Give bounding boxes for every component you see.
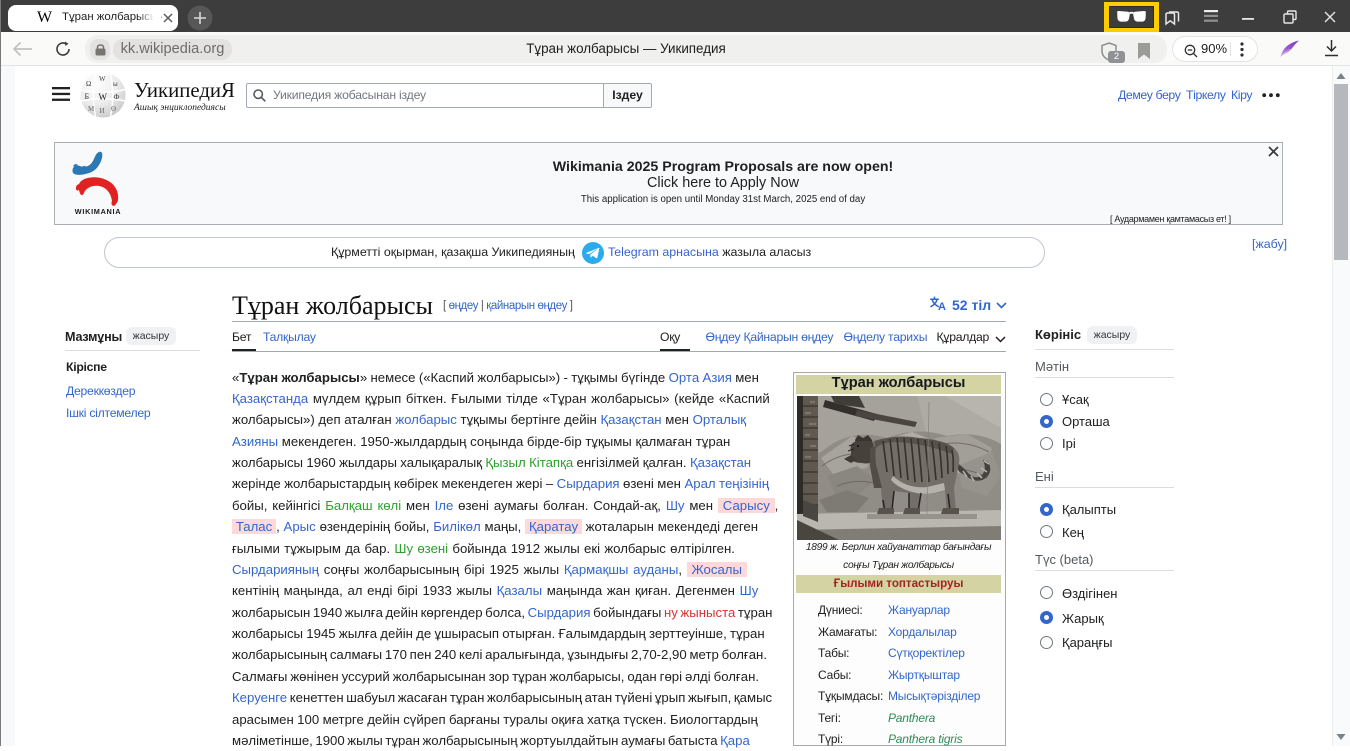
svg-text:A: A xyxy=(938,301,946,312)
svg-text:Б: Б xyxy=(85,92,90,101)
svg-text:W: W xyxy=(99,92,108,102)
svg-text:М: М xyxy=(88,105,95,113)
svg-text:Ω: Ω xyxy=(86,80,91,88)
svg-text:Ф: Ф xyxy=(114,92,120,101)
svg-text:W: W xyxy=(99,75,106,83)
svg-text:Ө: Ө xyxy=(111,105,116,113)
svg-text:И: И xyxy=(100,107,105,115)
svg-text:ы: ы xyxy=(113,80,118,88)
